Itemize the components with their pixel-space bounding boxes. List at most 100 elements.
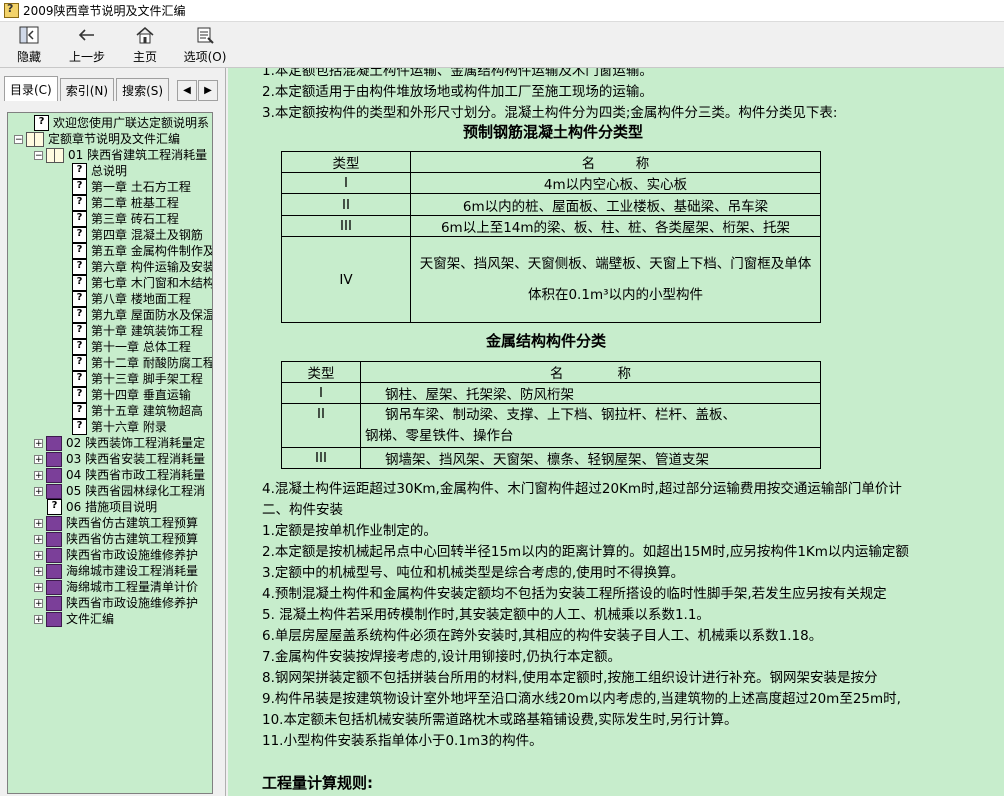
title-bar: 2009陕西章节说明及文件汇编 xyxy=(0,0,1004,22)
expand-toggle[interactable]: + xyxy=(34,598,43,608)
tree-item[interactable]: ? 第三章 砖石工程 xyxy=(72,211,179,227)
help-topic-icon: ? xyxy=(72,371,87,387)
tree-item[interactable]: + 海绵城市工程量清单计价 xyxy=(34,579,198,595)
table-cell: 6m以内的桩、屋面板、工业楼板、基础梁、吊车梁 xyxy=(410,193,821,216)
tree-item[interactable]: ? 第十章 建筑装饰工程 xyxy=(72,323,203,339)
content-line: 3.定额中的机械型号、吨位和机械类型是综合考虑的,使用时不得换算。 xyxy=(262,565,685,581)
tree-item[interactable]: + 文件汇编 xyxy=(34,611,114,627)
tree-item[interactable]: + 陕西省市政设施维修养护 xyxy=(34,547,198,563)
table-cell: I xyxy=(281,172,411,194)
expand-toggle[interactable]: + xyxy=(34,486,43,496)
table-cell-text: 天窗架、挡风架、天窗侧板、端壁板、天窗上下档、门窗框及单体 xyxy=(419,255,812,272)
back-button[interactable]: 上一步 xyxy=(58,22,116,66)
options-button[interactable]: 选项(O) xyxy=(174,22,236,66)
book-icon xyxy=(46,531,62,547)
tree-item[interactable]: ? 第八章 楼地面工程 xyxy=(72,291,191,307)
tree-item[interactable]: ? 第六章 构件运输及安装 xyxy=(72,259,212,275)
collapse-toggle[interactable]: − xyxy=(14,134,23,144)
book-icon xyxy=(46,611,62,627)
tree-item[interactable]: + 海绵城市建设工程消耗量 xyxy=(34,563,198,579)
expand-toggle[interactable]: + xyxy=(34,550,43,560)
table-cell: III xyxy=(281,447,361,469)
hide-button[interactable]: 隐藏 xyxy=(0,22,58,66)
tree-item[interactable]: ? 总说明 xyxy=(72,163,127,179)
tree-item[interactable]: ? 第一章 土石方工程 xyxy=(72,179,191,195)
tree-item[interactable]: ? 欢迎您使用广联达定额说明系 xyxy=(34,115,209,131)
tab-search[interactable]: 搜索(S) xyxy=(116,78,170,101)
tab-scroll-left-button[interactable]: ◀ xyxy=(177,80,197,101)
expand-toggle[interactable]: + xyxy=(34,534,43,544)
tree-item[interactable]: ? 第十一章 总体工程 xyxy=(72,339,191,355)
tab-scroll-right-button[interactable]: ▶ xyxy=(198,80,218,101)
expand-toggle[interactable]: + xyxy=(34,566,43,576)
hide-icon xyxy=(18,25,40,45)
help-topic-icon: ? xyxy=(72,339,87,355)
tree-item[interactable]: ? 第十六章 附录 xyxy=(72,419,167,435)
content-line: 7.金属构件安装按焊接考虑的,设计用铆接时,仍执行本定额。 xyxy=(262,649,621,665)
home-button[interactable]: 主页 xyxy=(116,22,174,66)
help-topic-icon: ? xyxy=(72,243,87,259)
tree-item[interactable]: ? 第四章 混凝土及钢筋 xyxy=(72,227,203,243)
table-cell: II xyxy=(281,403,361,448)
book-icon xyxy=(46,451,62,467)
content-line: 5. 混凝土构件若采用砖模制作时,其安装定额中的人工、机械乘以系数1.1。 xyxy=(262,607,710,623)
help-topic-icon: ? xyxy=(72,227,87,243)
collapse-toggle[interactable]: − xyxy=(34,150,43,160)
help-topic-icon: ? xyxy=(72,323,87,339)
tree-item[interactable]: ? 第九章 屋面防水及保温 xyxy=(72,307,212,323)
table-header-cell: 类型 xyxy=(281,361,361,383)
table-cell: IV xyxy=(281,236,411,323)
help-topic-icon: ? xyxy=(72,163,87,179)
tree-item[interactable]: − 01 陕西省建筑工程消耗量 xyxy=(34,147,207,163)
tab-contents[interactable]: 目录(C) xyxy=(4,76,58,101)
table-header-cell: 名 称 xyxy=(360,361,821,383)
options-icon xyxy=(194,25,216,45)
help-topic-icon: ? xyxy=(72,387,87,403)
tree-item[interactable]: + 陕西省仿古建筑工程预算 xyxy=(34,531,198,547)
tab-scroll-arrows: ◀ ▶ xyxy=(177,80,219,101)
table-cell: 钢墙架、挡风架、天窗架、檩条、轻钢屋架、管道支架 xyxy=(360,447,821,469)
book-icon xyxy=(46,595,62,611)
book-icon xyxy=(46,547,62,563)
tree-item[interactable]: +02 陕西装饰工程消耗量定 xyxy=(34,435,205,451)
open-book-icon xyxy=(26,131,44,147)
tree-item[interactable]: − 定额章节说明及文件汇编 xyxy=(14,131,180,147)
content-line: 1.本定额包括混凝土构件运输、金属结构构件运输及木门窗运输。 xyxy=(262,68,653,79)
tree-item[interactable]: ? 06 措施项目说明 xyxy=(47,499,157,515)
help-topic-icon: ? xyxy=(72,275,87,291)
content-line: 1.定额是按单机作业制定的。 xyxy=(262,523,437,539)
expand-toggle[interactable]: + xyxy=(34,614,43,624)
expand-toggle[interactable]: + xyxy=(34,438,43,448)
expand-toggle[interactable]: + xyxy=(34,518,43,528)
table-cell: 天窗架、挡风架、天窗侧板、端壁板、天窗上下档、门窗框及单体 体积在0.1m³以内… xyxy=(410,236,821,323)
expand-toggle[interactable]: + xyxy=(34,454,43,464)
tree-item[interactable]: ? 第十三章 脚手架工程 xyxy=(72,371,203,387)
nav-tabs: 目录(C) 索引(N) 搜索(S) xyxy=(4,76,171,102)
tree-item[interactable]: + 陕西省仿古建筑工程预算 xyxy=(34,515,198,531)
expand-toggle[interactable]: + xyxy=(34,582,43,592)
tree-item[interactable]: ? 第十二章 耐酸防腐工程 xyxy=(72,355,212,371)
tree-item[interactable]: +03 陕西省安装工程消耗量 xyxy=(34,451,205,467)
tree-item[interactable]: ? 第五章 金属构件制作及 xyxy=(72,243,212,259)
table-cell: III xyxy=(281,215,411,237)
tab-index[interactable]: 索引(N) xyxy=(59,78,115,101)
table-cell: I xyxy=(281,382,361,404)
tree-item[interactable]: + 陕西省市政设施维修养护 xyxy=(34,595,198,611)
help-topic-icon: ? xyxy=(72,211,87,227)
help-app-icon xyxy=(4,2,19,18)
tree-item[interactable]: +05 陕西省园林绿化工程消 xyxy=(34,483,205,499)
content-line: 10.本定额未包括机械安装所需道路枕木或路基箱铺设费,实际发生时,另行计算。 xyxy=(262,712,738,728)
tree-item[interactable]: ? 第十五章 建筑物超高 xyxy=(72,403,203,419)
help-topic-icon: ? xyxy=(72,179,87,195)
tree-item[interactable]: ? 第七章 木门窗和木结构 xyxy=(72,275,212,291)
back-arrow-icon xyxy=(76,25,98,45)
tree-item[interactable]: ? 第十四章 垂直运输 xyxy=(72,387,191,403)
concrete-component-table: 类型 名 称 I 4m以内空心板、实心板 II 6m以内的桩、屋面板、工业楼板、… xyxy=(281,151,821,323)
tree-item[interactable]: +04 陕西省市政工程消耗量 xyxy=(34,467,205,483)
expand-toggle[interactable]: + xyxy=(34,470,43,480)
help-topic-icon: ? xyxy=(72,355,87,371)
content-line: 8.钢网架拼装定额不包括拼装台所用的材料,使用本定额时,按施工组织设计进行补充。… xyxy=(262,670,878,686)
help-topic-icon: ? xyxy=(72,259,87,275)
tree-item[interactable]: ? 第二章 桩基工程 xyxy=(72,195,179,211)
book-icon xyxy=(46,435,62,451)
